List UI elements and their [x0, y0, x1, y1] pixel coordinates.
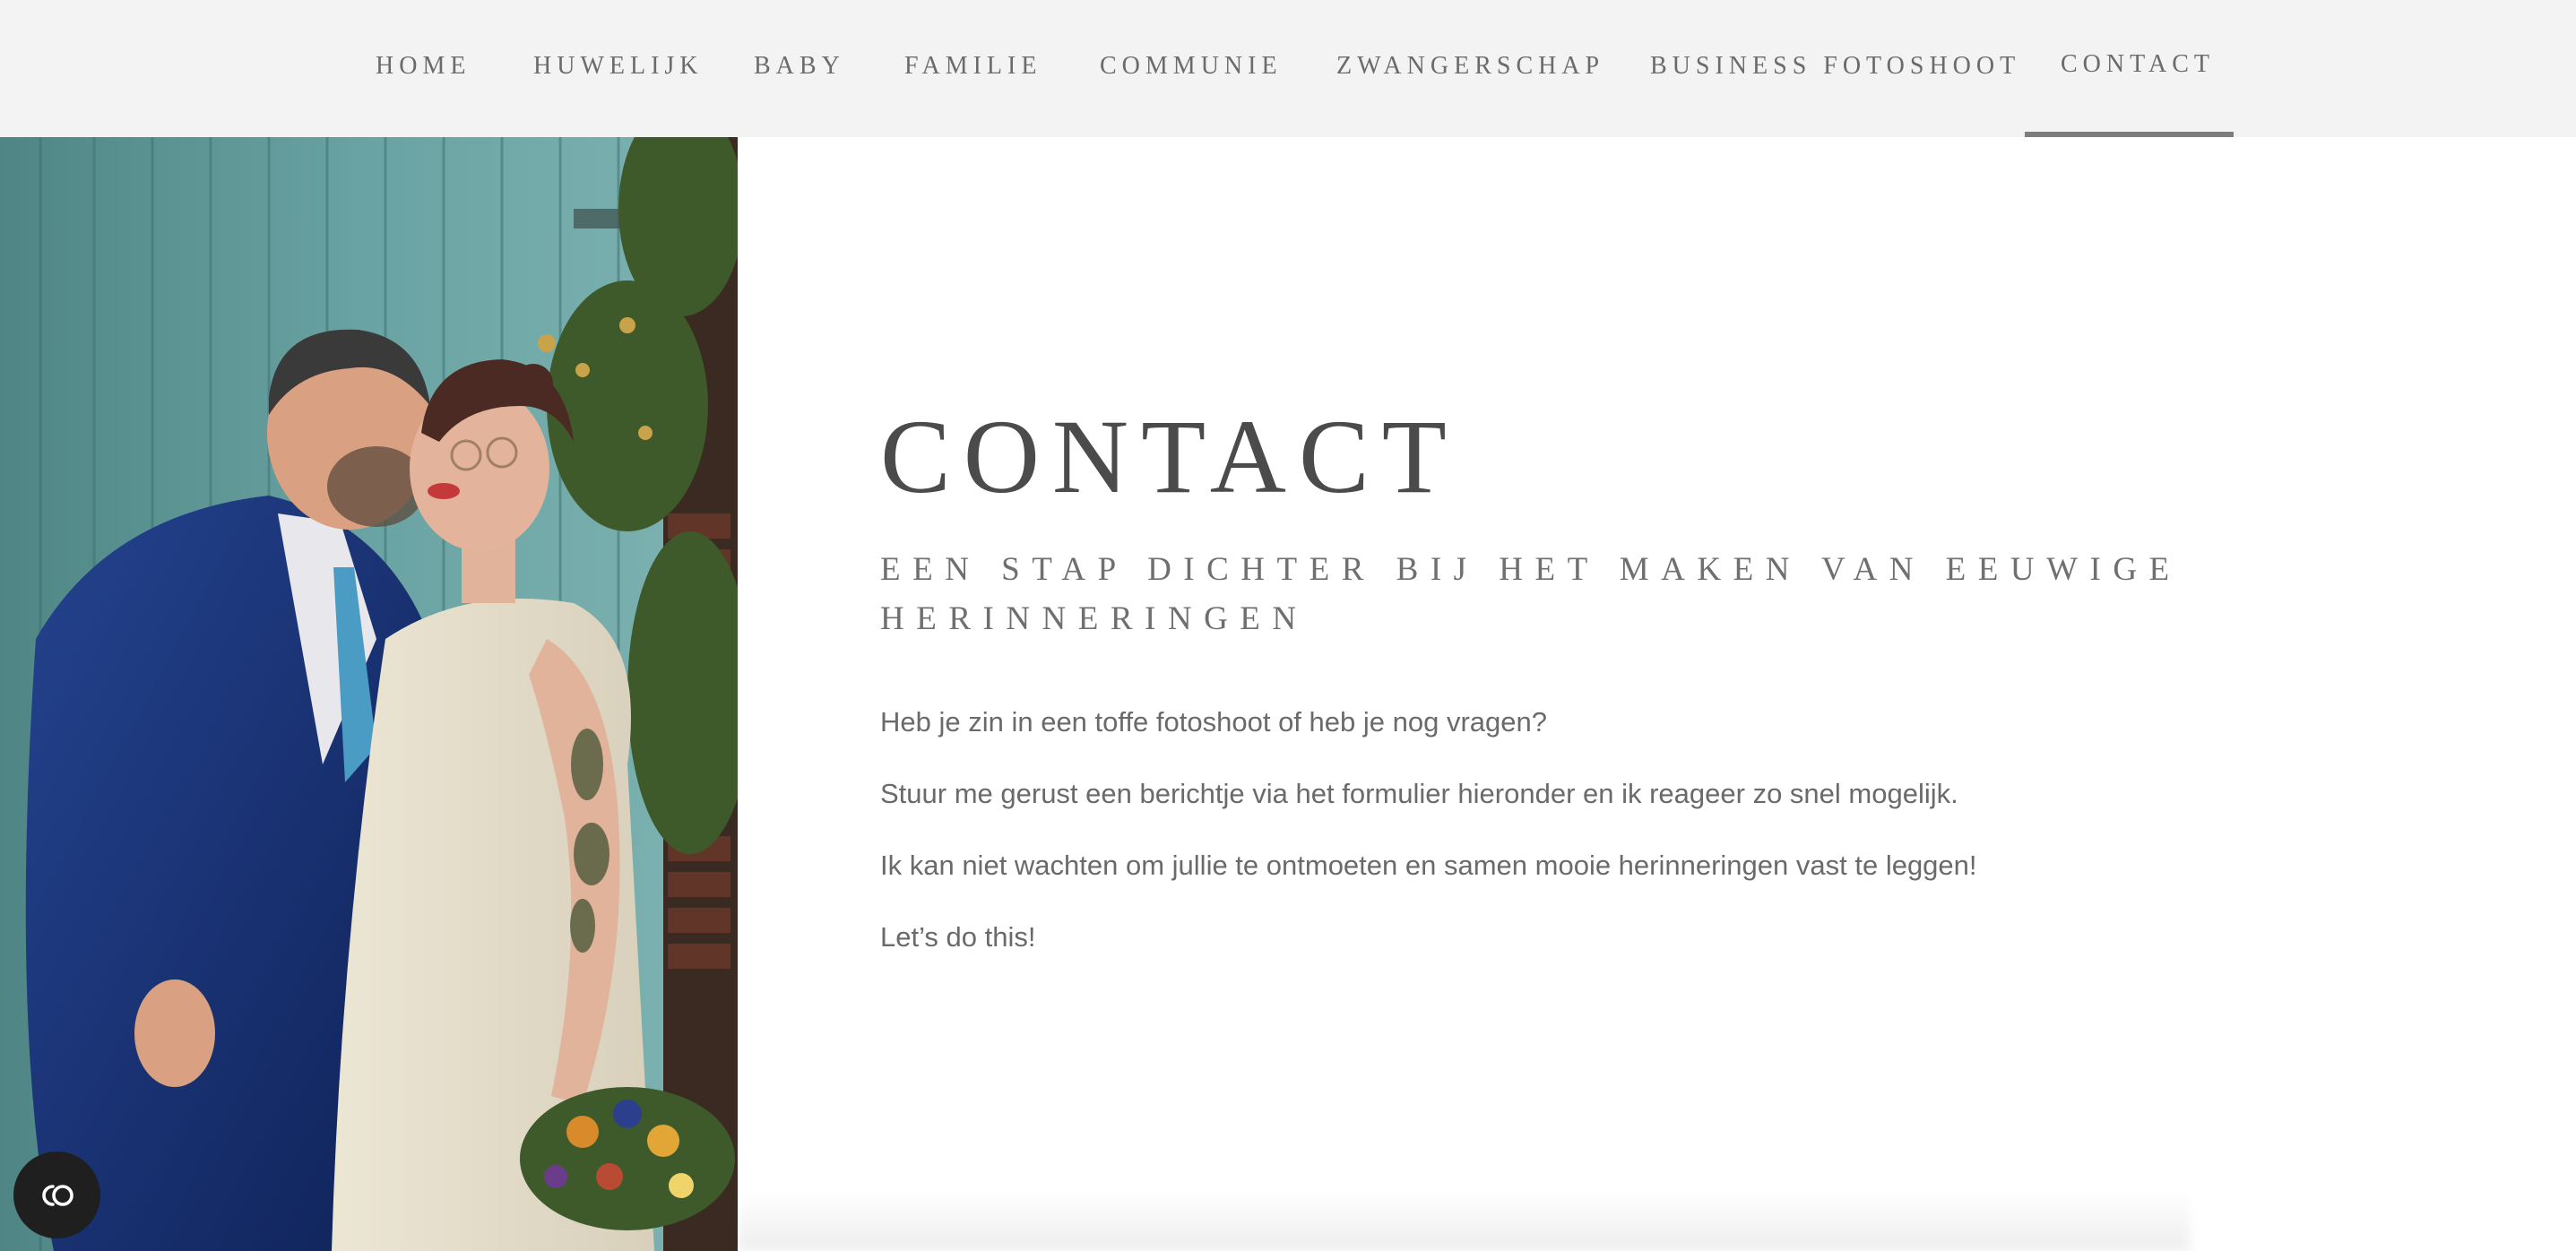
- intro-paragraph: Let’s do this!: [880, 921, 1036, 953]
- nav-item-familie[interactable]: FAMILIE: [904, 0, 1042, 137]
- page-subtitle: EEN STAP DICHTER BIJ HET MAKEN VAN EEUWI…: [880, 551, 2182, 637]
- main-navigation: HOME HUWELIJK BABY FAMILIE COMMUNIE ZWAN…: [0, 0, 2576, 137]
- cookie-consent-icon: [41, 1184, 73, 1206]
- active-tab-indicator: [2025, 132, 2234, 137]
- intro-paragraph: Ik kan niet wachten om jullie te ontmoet…: [880, 850, 1977, 881]
- nav-item-huwelijk[interactable]: HUWELIJK: [533, 0, 704, 137]
- nav-item-baby[interactable]: BABY: [754, 0, 845, 137]
- couple-photo-illustration: [0, 137, 738, 1251]
- nav-item-home[interactable]: HOME: [376, 0, 471, 137]
- cookie-consent-button[interactable]: [13, 1152, 100, 1238]
- section-bottom-shadow: [738, 1192, 2190, 1251]
- nav-item-business-fotoshoot[interactable]: BUSINESS FOTOSHOOT: [1650, 0, 2020, 137]
- nav-item-contact[interactable]: CONTACT: [2061, 0, 2215, 137]
- nav-item-communie[interactable]: COMMUNIE: [1100, 0, 1283, 137]
- intro-paragraph: Stuur me gerust een berichtje via het fo…: [880, 778, 1958, 809]
- page-title: CONTACT: [880, 398, 1459, 515]
- nav-item-zwangerschap[interactable]: ZWANGERSCHAP: [1336, 0, 1604, 137]
- contact-intro: CONTACT EEN STAP DICHTER BIJ HET MAKEN V…: [880, 394, 2278, 955]
- intro-paragraph: Heb je zin in een toffe fotoshoot of heb…: [880, 706, 1547, 738]
- hero-photo: [0, 137, 738, 1251]
